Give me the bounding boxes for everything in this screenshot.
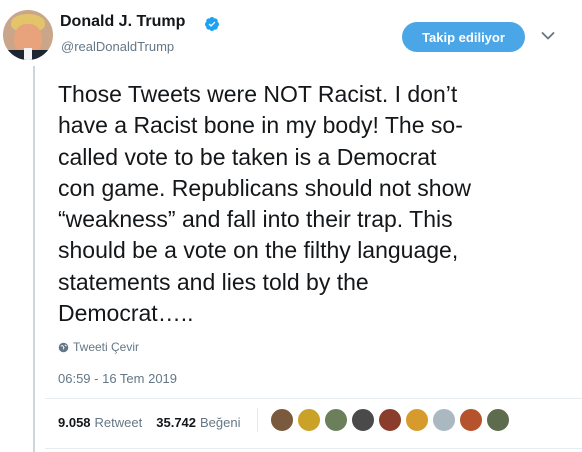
translate-label: Tweeti Çevir (73, 340, 140, 354)
liker-avatar[interactable] (324, 408, 348, 432)
divider (257, 408, 258, 432)
retweet-count[interactable]: 9.058 (58, 415, 91, 430)
tweet-text: Those Tweets were NOT Racist. I don’t ha… (58, 81, 471, 327)
following-button[interactable]: Takip ediliyor (402, 22, 525, 52)
liker-avatar[interactable] (297, 408, 321, 432)
divider (45, 398, 582, 399)
like-label[interactable]: Beğeni (200, 415, 240, 430)
divider (45, 448, 582, 449)
verified-badge-icon (204, 17, 219, 31)
liker-avatars (270, 408, 510, 432)
user-handle[interactable]: @realDonaldTrump (61, 39, 174, 54)
translate-tweet-link[interactable]: Tweeti Çevir (58, 340, 139, 354)
display-name[interactable]: Donald J. Trump (60, 13, 185, 31)
retweet-label[interactable]: Retweet (95, 415, 143, 430)
liker-avatar[interactable] (351, 408, 375, 432)
thread-line (33, 66, 35, 452)
like-count[interactable]: 35.742 (156, 415, 196, 430)
liker-avatar[interactable] (432, 408, 456, 432)
liker-avatar[interactable] (486, 408, 510, 432)
chevron-down-icon[interactable] (541, 31, 555, 41)
tweet-stats: 9.058 Retweet 35.742 Beğeni (58, 415, 251, 430)
avatar[interactable] (3, 10, 53, 60)
liker-avatar[interactable] (459, 408, 483, 432)
liker-avatar[interactable] (405, 408, 429, 432)
globe-icon (58, 342, 69, 352)
liker-avatar[interactable] (378, 408, 402, 432)
timestamp[interactable]: 06:59 - 16 Tem 2019 (58, 371, 177, 386)
liker-avatar[interactable] (270, 408, 294, 432)
